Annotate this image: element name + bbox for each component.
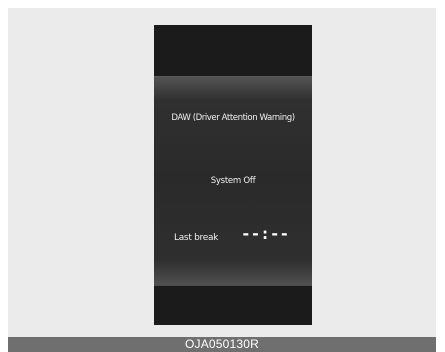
- system-status-text: System Off: [210, 176, 256, 186]
- last-break-time-value: --:--: [241, 224, 290, 243]
- display-bottom-area: [154, 286, 312, 325]
- figure-code-label: OJA050130R: [184, 337, 260, 351]
- last-break-label: Last break: [174, 233, 219, 243]
- daw-title: DAW (Driver Attention Warning): [171, 113, 295, 123]
- cluster-display: DAW (Driver Attention Warning) System Of…: [154, 25, 312, 325]
- figure-frame: DAW (Driver Attention Warning) System Of…: [8, 8, 436, 337]
- figure-code-bar: OJA050130R: [8, 337, 436, 352]
- display-top-area: [154, 25, 312, 76]
